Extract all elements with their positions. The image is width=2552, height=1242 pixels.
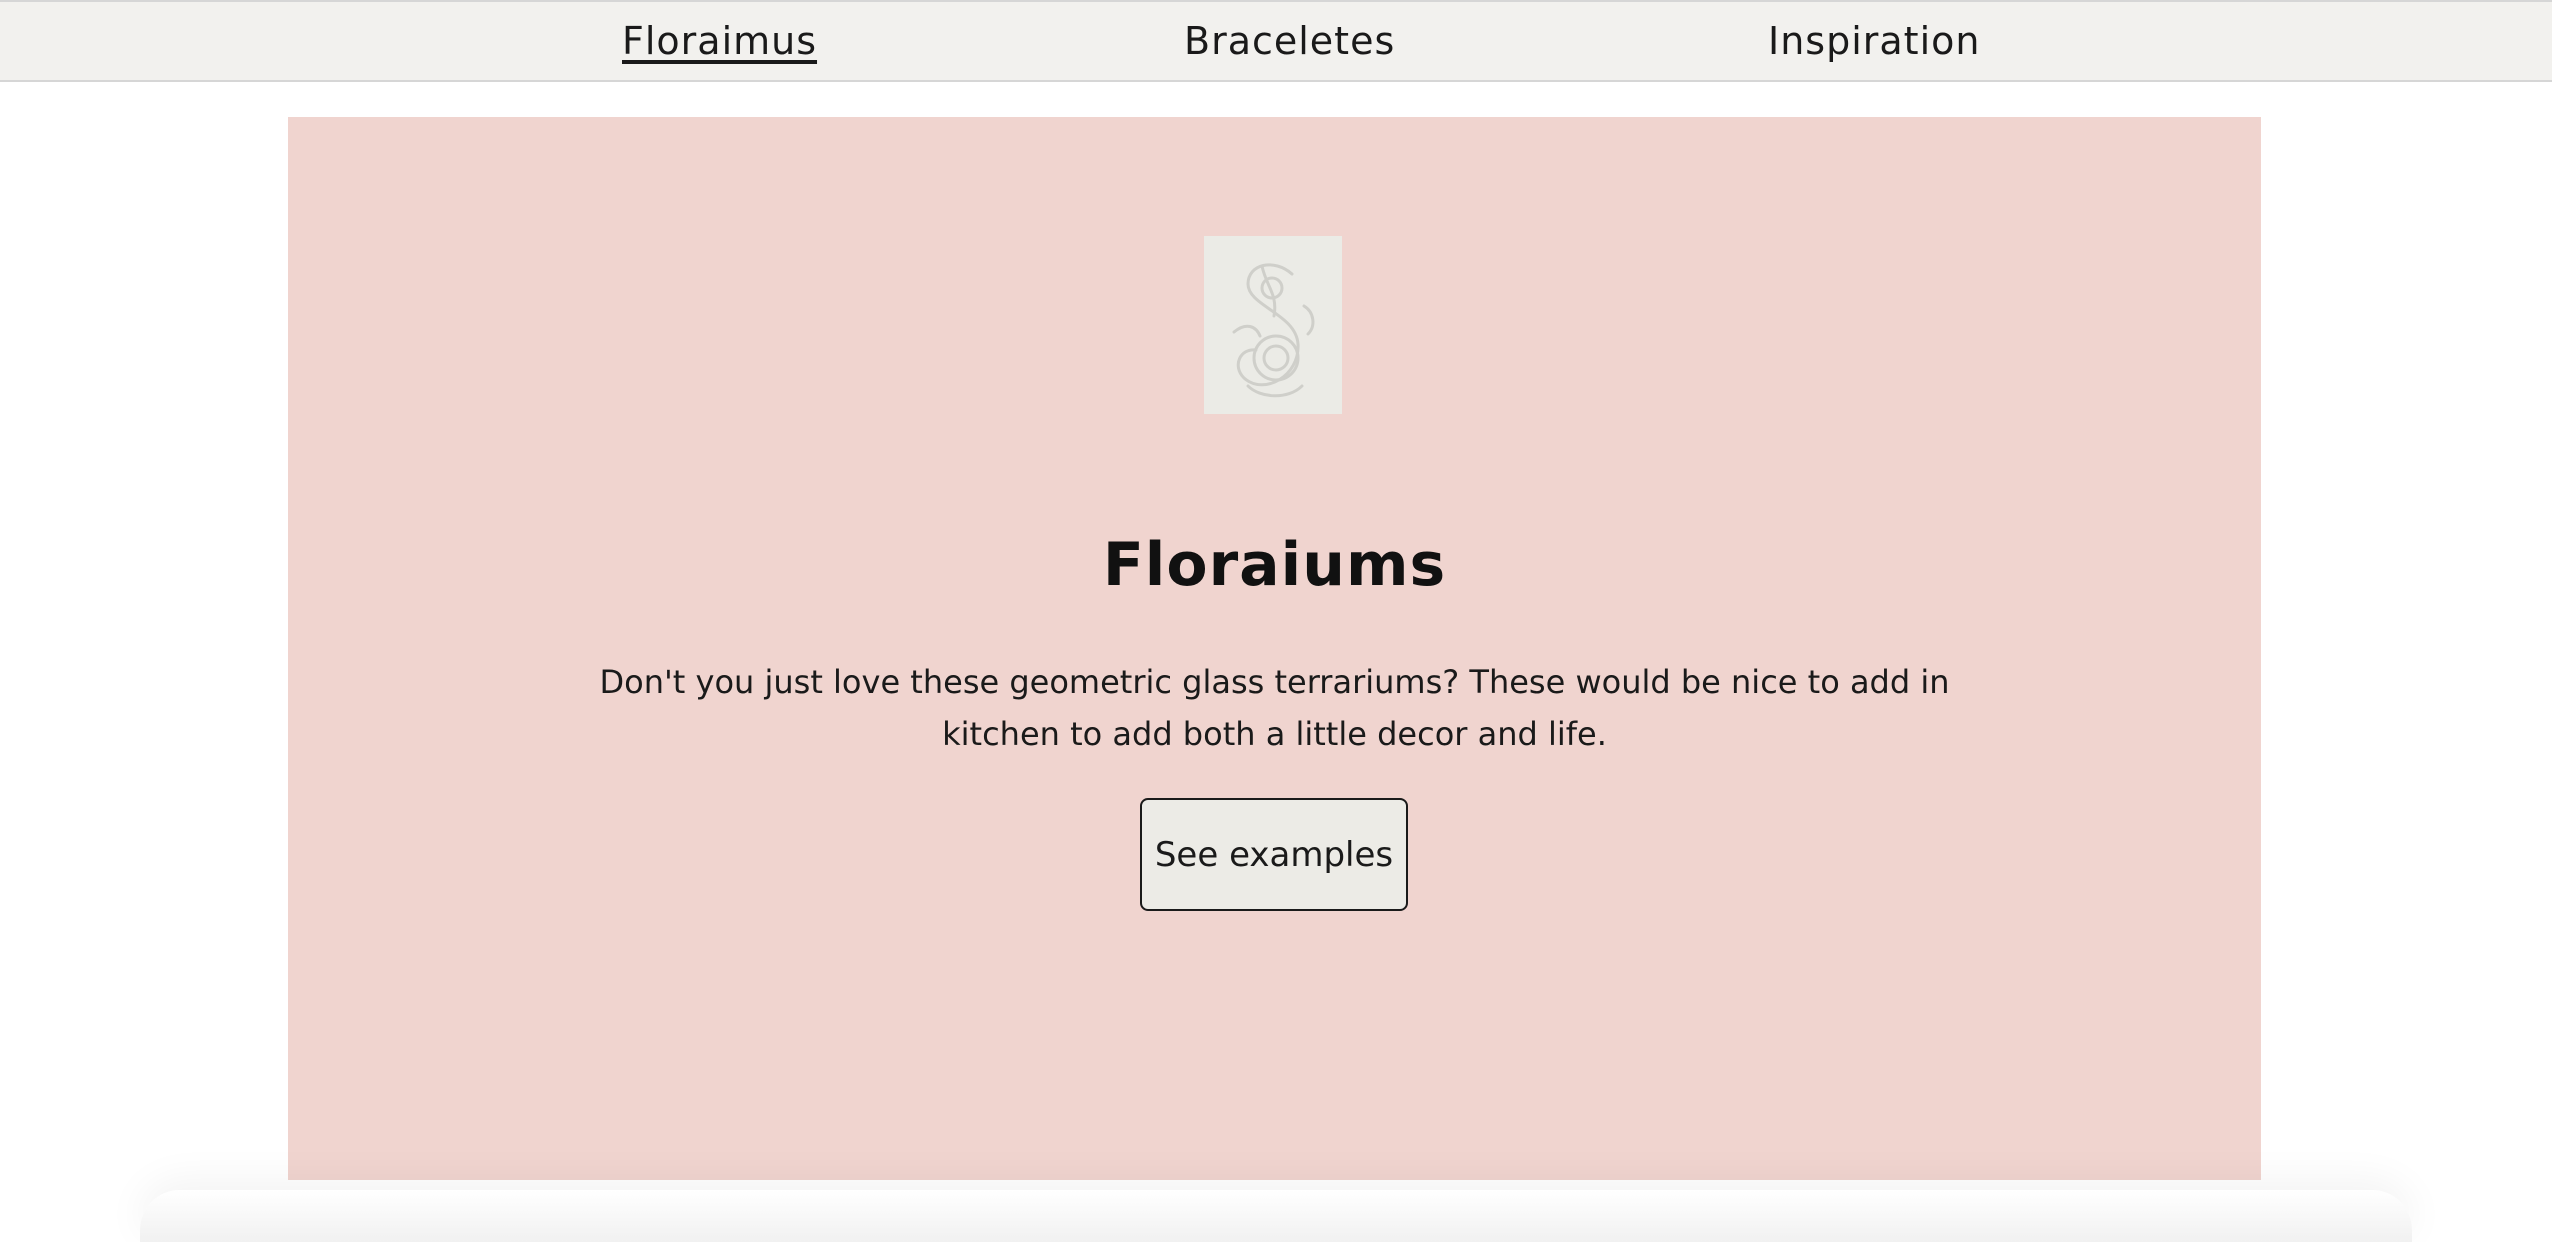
nav-link-floraimus[interactable]: Floraimus [622, 22, 817, 60]
ornamental-s-monogram-icon [1232, 263, 1315, 398]
nav-link-braceletes[interactable]: Braceletes [1184, 22, 1395, 60]
see-examples-button[interactable]: See examples [1140, 798, 1408, 911]
top-navigation: Floraimus Braceletes Inspiration [0, 0, 2552, 82]
hero-title: Floraiums [1102, 530, 1447, 601]
bottom-shadow-divider [140, 1190, 2412, 1242]
monogram-logo [1204, 236, 1342, 414]
hero-section: Floraiums Don't you just love these geom… [288, 117, 2261, 1180]
nav-link-inspiration[interactable]: Inspiration [1768, 22, 1980, 60]
hero-description: Don't you just love these geometric glas… [599, 663, 1950, 753]
